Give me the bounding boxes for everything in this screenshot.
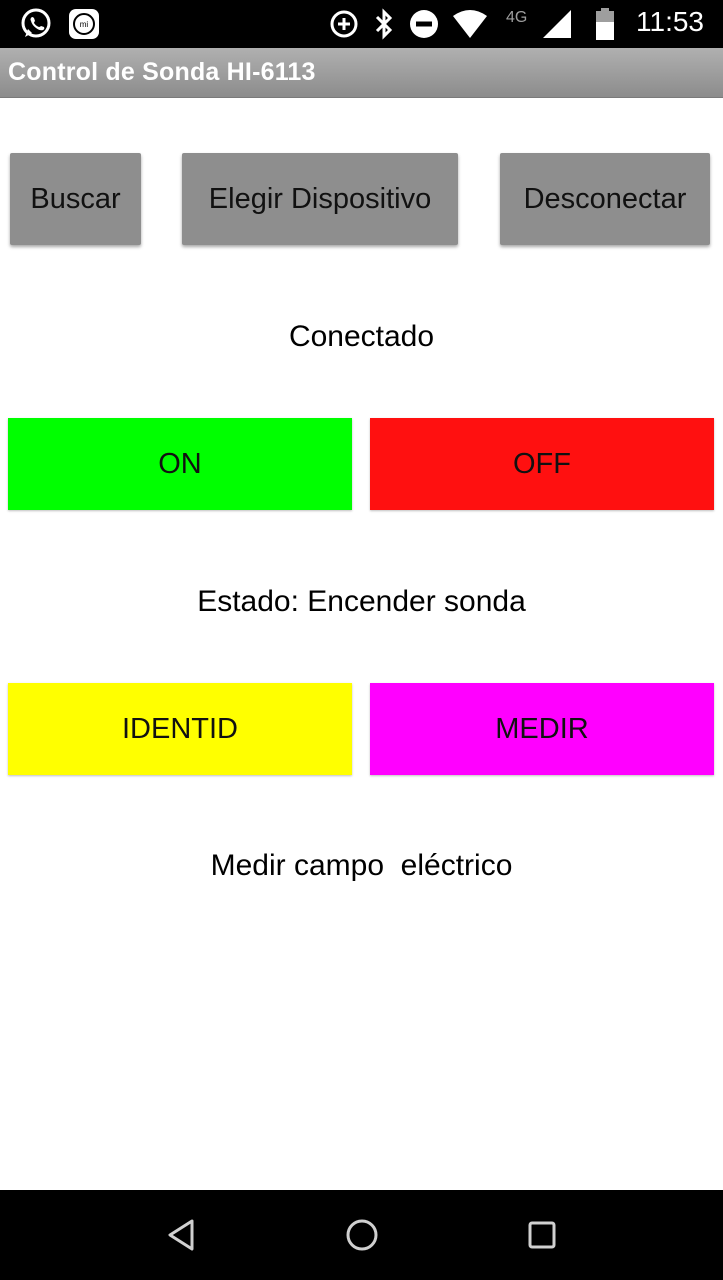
home-icon[interactable]: [342, 1215, 382, 1255]
off-button[interactable]: OFF: [370, 418, 714, 510]
app-title: Control de Sonda HI-6113: [8, 58, 316, 86]
bluetooth-icon: [370, 6, 398, 42]
do-not-disturb-icon: [406, 6, 442, 42]
search-button[interactable]: Buscar: [10, 153, 141, 245]
cell-signal-icon: [540, 6, 574, 42]
mi-icon: mi: [66, 6, 102, 42]
disconnect-button[interactable]: Desconectar: [500, 153, 710, 245]
identify-button[interactable]: IDENTID: [8, 683, 352, 775]
measure-status-label: Medir campo eléctrico: [210, 849, 513, 882]
app-title-bar: Control de Sonda HI-6113: [0, 48, 723, 98]
choose-device-button[interactable]: Elegir Dispositivo: [182, 153, 458, 245]
connection-status-label: Conectado: [288, 320, 435, 353]
measure-button[interactable]: MEDIR: [370, 683, 714, 775]
navigation-bar: [0, 1190, 723, 1280]
clock: 11:53: [636, 6, 704, 37]
back-icon[interactable]: [161, 1215, 201, 1255]
battery-icon: [592, 6, 618, 42]
data-saver-icon: [326, 6, 362, 42]
whatsapp-icon: [18, 6, 54, 42]
probe-state-label: Estado: Encender sonda: [197, 585, 526, 618]
status-bar: mi 4G 11:53: [0, 0, 723, 48]
on-button[interactable]: ON: [8, 418, 352, 510]
wifi-icon: [450, 6, 490, 42]
recents-icon[interactable]: [522, 1215, 562, 1255]
network-type-label: 4G: [506, 9, 528, 26]
svg-text:mi: mi: [80, 20, 89, 29]
